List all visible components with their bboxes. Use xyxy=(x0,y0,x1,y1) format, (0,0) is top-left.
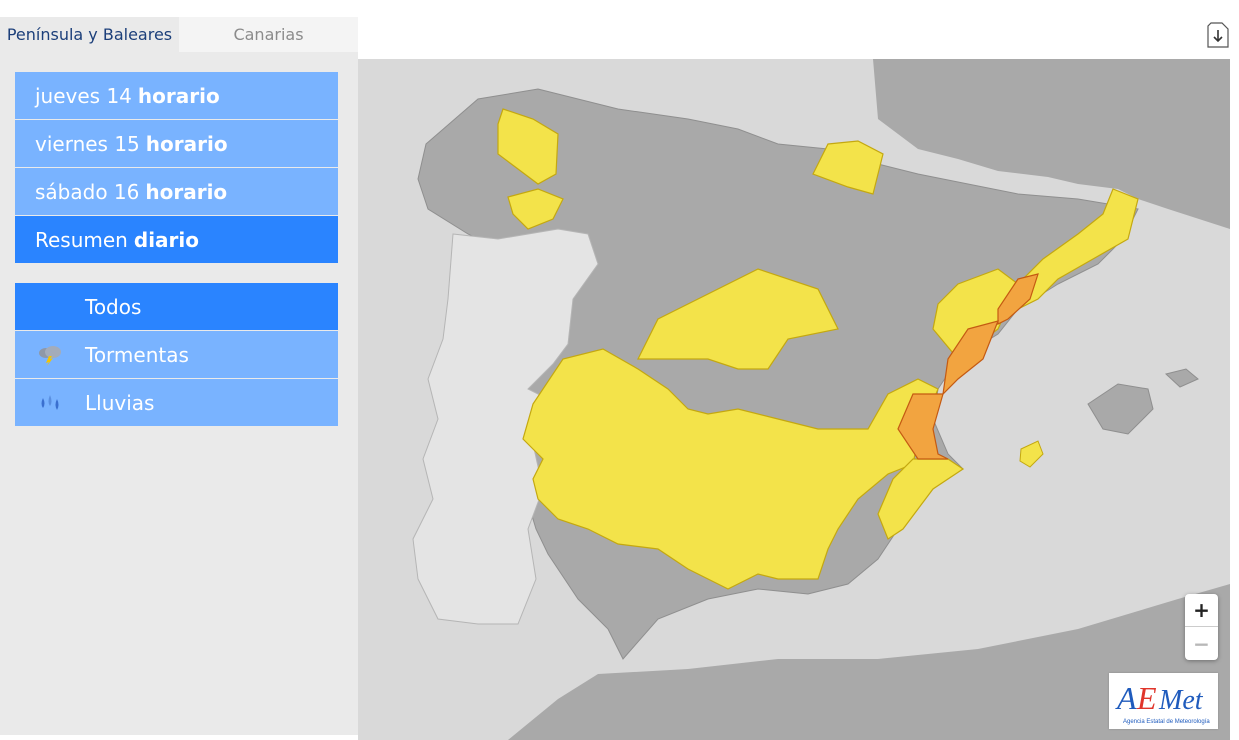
storm-cloud-icon xyxy=(15,331,85,378)
aemet-logo[interactable]: A E Met Agencia Estatal de Meteorología xyxy=(1109,673,1218,729)
day-item-resumen[interactable]: Resumen diario xyxy=(15,216,338,263)
day-item-label: sábado 16 xyxy=(35,179,140,204)
day-item-mode: horario xyxy=(137,83,220,108)
warning-map[interactable] xyxy=(358,59,1230,740)
phenomenon-label: Tormentas xyxy=(85,342,189,367)
day-item-mode: horario xyxy=(145,131,228,156)
map-canvas xyxy=(412,59,1230,740)
day-item-mode: horario xyxy=(145,179,228,204)
tab-peninsula-baleares[interactable]: Península y Baleares xyxy=(0,17,179,52)
phenomenon-item-todos[interactable]: Todos xyxy=(15,283,338,330)
svg-text:Met: Met xyxy=(1158,685,1204,716)
phenomenon-item-tormentas[interactable]: Tormentas xyxy=(15,331,338,378)
day-item-jueves[interactable]: jueves 14 horario xyxy=(15,72,338,119)
logo-subtitle: Agencia Estatal de Meteorología xyxy=(1123,719,1210,725)
menorca-land xyxy=(1164,368,1199,388)
zoom-in-button[interactable]: + xyxy=(1185,594,1218,627)
download-icon[interactable] xyxy=(1207,22,1229,48)
phenomenon-label: Lluvias xyxy=(85,390,155,415)
day-menu: jueves 14 horario viernes 15 horario sáb… xyxy=(15,72,338,264)
phenomenon-menu: Todos Tormentas Lluvias xyxy=(15,283,338,427)
ibiza-land xyxy=(1019,440,1044,468)
day-item-sabado[interactable]: sábado 16 horario xyxy=(15,168,338,215)
rain-drops-icon xyxy=(15,379,85,426)
sidebar: Península y Baleares Canarias jueves 14 … xyxy=(0,17,358,735)
day-item-label: jueves 14 xyxy=(35,83,132,108)
day-item-mode: diario xyxy=(133,227,200,252)
day-item-label: Resumen xyxy=(35,227,128,252)
svg-text:E: E xyxy=(1136,680,1157,716)
phenomenon-label: Todos xyxy=(85,294,142,319)
zoom-control: + − xyxy=(1185,594,1218,660)
zoom-out-button[interactable]: − xyxy=(1185,627,1218,660)
mallorca-land xyxy=(1087,383,1154,435)
logo-wordmark: A xyxy=(1115,680,1137,716)
tab-canarias[interactable]: Canarias xyxy=(179,17,358,52)
day-item-label: viernes 15 xyxy=(35,131,140,156)
phenomenon-item-lluvias[interactable]: Lluvias xyxy=(15,379,338,426)
day-item-viernes[interactable]: viernes 15 horario xyxy=(15,120,338,167)
blank-icon xyxy=(15,283,85,330)
region-tabs: Península y Baleares Canarias xyxy=(0,17,358,52)
